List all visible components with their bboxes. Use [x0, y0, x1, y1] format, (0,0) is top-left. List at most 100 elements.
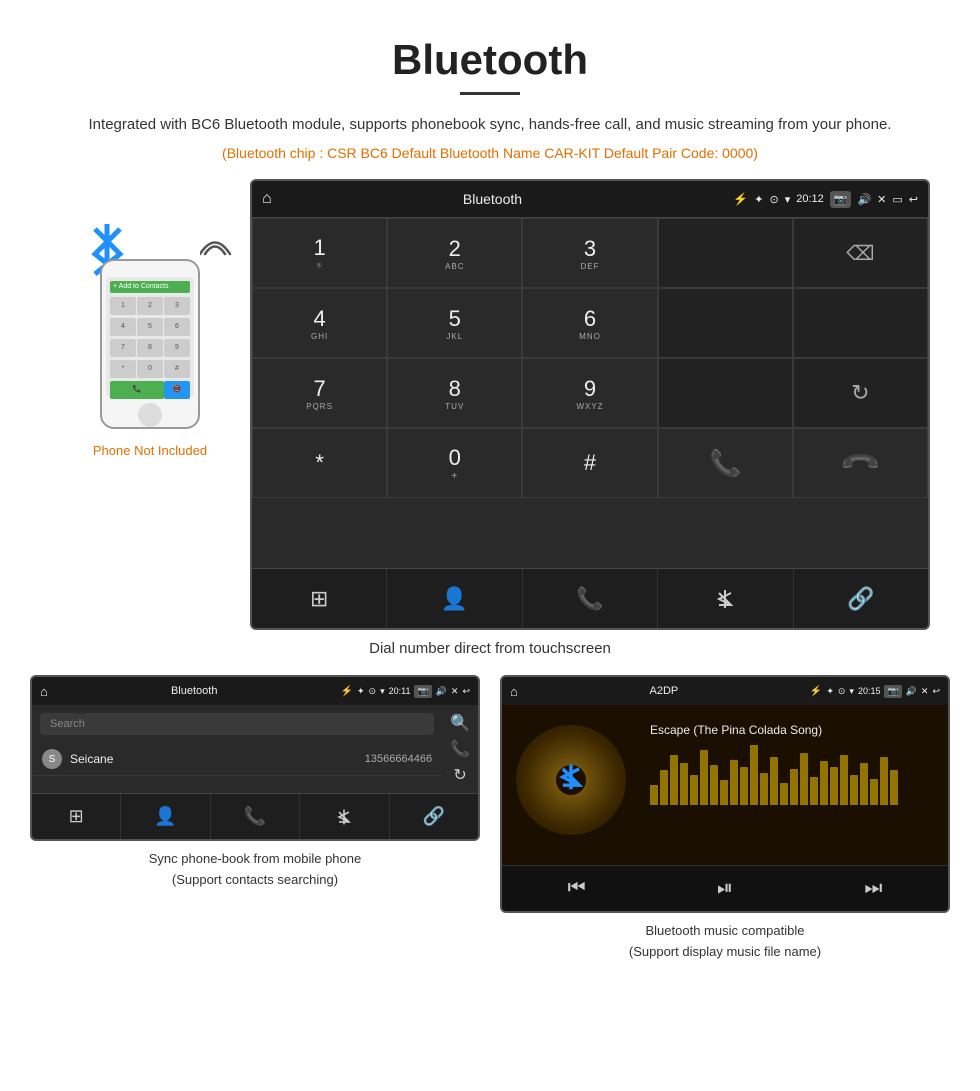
pb-contact-row[interactable]: S Seicane 13566664466 — [32, 743, 442, 776]
music-screen: ⌂ A2DP ⚡ ✦ ⊙ ▾ 20:15 📷 🔊 ✕ ↩ — [500, 675, 950, 913]
pb-bt-icon: ✦ — [357, 686, 365, 697]
display-area — [658, 218, 793, 288]
dial-key-star[interactable]: * — [252, 428, 387, 498]
pb-camera-icon[interactable]: 📷 — [414, 685, 431, 698]
music-bt-icon: ✦ — [826, 686, 834, 697]
bt-status-icon: ✦ — [754, 193, 763, 206]
empty-cell-2 — [793, 288, 928, 358]
music-statusbar: ⌂ A2DP ⚡ ✦ ⊙ ▾ 20:15 📷 🔊 ✕ ↩ — [502, 677, 948, 705]
pb-search-icon[interactable]: 🔍 — [450, 713, 470, 733]
phone-body: + Add to Contacts 1 2 3 4 5 6 7 8 9 — [100, 259, 200, 429]
title-divider — [460, 92, 520, 95]
pb-dialpad-icon[interactable]: ⊞ — [32, 794, 121, 839]
pb-clock: 20:11 — [389, 686, 411, 696]
pb-location-icon: ⊙ — [369, 686, 377, 697]
phonebook-screen: ⌂ Bluetooth ⚡ ✦ ⊙ ▾ 20:11 📷 🔊 ✕ ↩ Search — [30, 675, 480, 841]
signal-waves — [200, 229, 235, 284]
bottom-screenshots-row: ⌂ Bluetooth ⚡ ✦ ⊙ ▾ 20:11 📷 🔊 ✕ ↩ Search — [0, 675, 980, 963]
pb-title: Bluetooth — [52, 685, 337, 697]
pb-signal-icon: ▾ — [380, 686, 385, 697]
pb-search-bar[interactable]: Search — [40, 713, 434, 735]
phone-not-included-label: Phone Not Included — [93, 443, 207, 458]
pb-phone-icon[interactable]: 📞 — [211, 794, 300, 839]
car-bottom-toolbar: ⊞ 👤 📞 🔗 — [252, 568, 928, 628]
pb-usb-icon: ⚡ — [341, 686, 353, 697]
dial-key-2[interactable]: 2ABC — [387, 218, 522, 288]
music-visualizer — [650, 745, 938, 805]
music-info: Escape (The Pina Colada Song) — [640, 705, 948, 865]
music-clock: 20:15 — [858, 686, 881, 696]
pb-volume-icon[interactable]: 🔊 — [436, 686, 447, 697]
play-pause-button[interactable]: ⏯ — [717, 877, 733, 900]
dial-key-3[interactable]: 3DEF — [522, 218, 657, 288]
pb-contacts-icon[interactable]: 👤 — [121, 794, 210, 839]
clock: 20:12 — [796, 193, 824, 205]
prev-button[interactable]: ⏮ — [568, 877, 586, 900]
dial-key-1[interactable]: 1⌾ — [252, 218, 387, 288]
window-icon[interactable]: ▭ — [892, 193, 902, 206]
dial-key-9[interactable]: 9WXYZ — [522, 358, 657, 428]
dialpad-grid: 1⌾ 2ABC 3DEF ⌫ 4GHI 5JKL 6MNO — [252, 217, 928, 568]
pb-refresh-icon[interactable]: ↻ — [453, 765, 466, 785]
music-home-icon[interactable]: ⌂ — [510, 684, 518, 699]
back-icon[interactable]: ↩ — [909, 193, 918, 206]
delete-button[interactable]: ⌫ — [793, 218, 928, 288]
close-icon[interactable]: ✕ — [877, 193, 886, 206]
album-art: ♫ — [516, 725, 626, 835]
volume-icon[interactable]: 🔊 — [857, 193, 871, 206]
dial-key-5[interactable]: 5JKL — [387, 288, 522, 358]
phone-screen: + Add to Contacts 1 2 3 4 5 6 7 8 9 — [106, 277, 194, 397]
pb-close-icon[interactable]: ✕ — [451, 686, 459, 697]
dial-key-8[interactable]: 8TUV — [387, 358, 522, 428]
music-title-bar: A2DP — [522, 685, 806, 697]
page-description: Integrated with BC6 Bluetooth module, su… — [0, 113, 980, 137]
call-end-button[interactable]: 📞 — [793, 428, 928, 498]
phonebook-caption: Sync phone-book from mobile phone(Suppor… — [149, 849, 361, 891]
pb-bottom-toolbar: ⊞ 👤 📞 🔗 — [32, 793, 478, 839]
signal-icon: ▾ — [785, 193, 791, 206]
call-answer-button[interactable]: 📞 — [658, 428, 793, 498]
music-volume-icon[interactable]: 🔊 — [906, 686, 917, 697]
dialpad-icon[interactable]: ⊞ — [252, 569, 387, 628]
pb-bt-bar-icon[interactable] — [300, 794, 389, 839]
contact-name: Seicane — [70, 752, 365, 766]
music-caption: Bluetooth music compatible(Support displ… — [629, 921, 821, 963]
music-item: ⌂ A2DP ⚡ ✦ ⊙ ▾ 20:15 📷 🔊 ✕ ↩ — [500, 675, 950, 963]
phone-home-button[interactable] — [138, 403, 162, 427]
music-location-icon: ⊙ — [838, 686, 846, 697]
camera-icon[interactable]: 📷 — [830, 191, 852, 208]
location-icon: ⊙ — [769, 193, 778, 206]
phone-icon[interactable]: 📞 — [523, 569, 658, 628]
link-icon[interactable]: 🔗 — [794, 569, 928, 628]
dial-key-4[interactable]: 4GHI — [252, 288, 387, 358]
dial-key-0[interactable]: 0+ — [387, 428, 522, 498]
pb-back-icon[interactable]: ↩ — [462, 686, 470, 697]
refresh-button[interactable]: ↻ — [793, 358, 928, 428]
bt-phone-icon: + Add to Contacts 1 2 3 4 5 6 7 8 9 — [85, 199, 215, 429]
pb-home-icon[interactable]: ⌂ — [40, 684, 48, 699]
main-caption: Dial number direct from touchscreen — [0, 640, 980, 657]
contact-number: 13566664466 — [365, 753, 432, 765]
music-camera-icon[interactable]: 📷 — [884, 685, 901, 698]
pb-action-icons: 🔍 📞 ↻ — [442, 705, 478, 793]
pb-call-icon[interactable]: 📞 — [450, 739, 470, 759]
contacts-icon[interactable]: 👤 — [387, 569, 522, 628]
usb-icon: ⚡ — [733, 192, 748, 206]
car-head-unit-dialpad: ⌂ Bluetooth ⚡ ✦ ⊙ ▾ 20:12 📷 🔊 ✕ ▭ ↩ 1⌾ 2 — [250, 179, 930, 630]
dial-key-6[interactable]: 6MNO — [522, 288, 657, 358]
bluetooth-icon-bar[interactable] — [658, 569, 793, 628]
music-back-icon[interactable]: ↩ — [932, 686, 940, 697]
phone-illustration: + Add to Contacts 1 2 3 4 5 6 7 8 9 — [50, 179, 250, 458]
phonebook-item: ⌂ Bluetooth ⚡ ✦ ⊙ ▾ 20:11 📷 🔊 ✕ ↩ Search — [30, 675, 480, 963]
car-screen-title: Bluetooth — [258, 191, 728, 207]
car-statusbar: ⌂ Bluetooth ⚡ ✦ ⊙ ▾ 20:12 📷 🔊 ✕ ▭ ↩ — [252, 181, 928, 217]
dial-key-hash[interactable]: # — [522, 428, 657, 498]
dial-key-7[interactable]: 7PQRS — [252, 358, 387, 428]
pb-link-icon[interactable]: 🔗 — [390, 794, 478, 839]
music-close-icon[interactable]: ✕ — [921, 686, 929, 697]
empty-cell-1 — [658, 288, 793, 358]
next-button[interactable]: ⏭ — [864, 877, 882, 900]
pb-statusbar: ⌂ Bluetooth ⚡ ✦ ⊙ ▾ 20:11 📷 🔊 ✕ ↩ — [32, 677, 478, 705]
music-controls-bar: ⏮ ⏯ ⏭ — [502, 865, 948, 911]
page-specs: (Bluetooth chip : CSR BC6 Default Blueto… — [0, 145, 980, 161]
